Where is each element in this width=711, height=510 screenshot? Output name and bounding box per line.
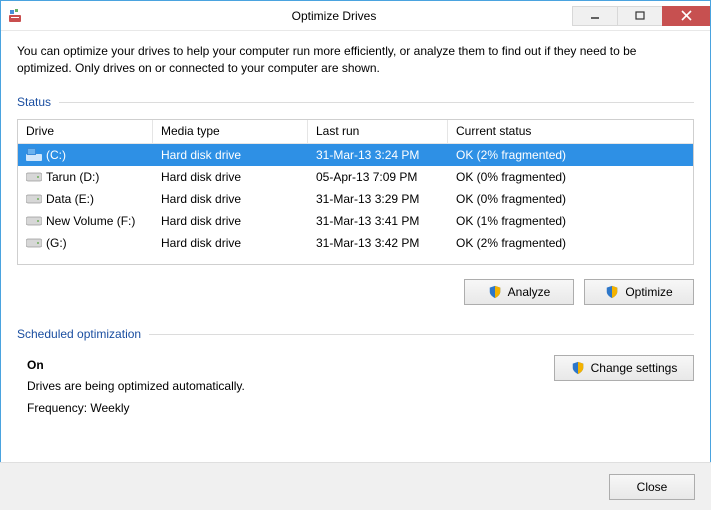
app-icon: [7, 8, 23, 24]
drive-lastrun: 31-Mar-13 3:42 PM: [308, 236, 448, 250]
drive-media: Hard disk drive: [153, 214, 308, 228]
close-button-label: Close: [637, 480, 668, 494]
shield-icon: [605, 285, 619, 299]
schedule-frequency: Frequency: Weekly: [27, 398, 245, 420]
minimize-button[interactable]: [572, 6, 618, 26]
column-header-media[interactable]: Media type: [153, 120, 308, 143]
drive-row[interactable]: Data (E:) Hard disk drive31-Mar-13 3:29 P…: [18, 188, 693, 210]
drive-row[interactable]: Tarun (D:) Hard disk drive05-Apr-13 7:09 …: [18, 166, 693, 188]
window-title: Optimize Drives: [29, 9, 639, 23]
divider: [59, 102, 694, 103]
column-header-lastrun[interactable]: Last run: [308, 120, 448, 143]
drive-media: Hard disk drive: [153, 236, 308, 250]
drive-status: OK (0% fragmented): [448, 192, 693, 206]
drive-name: (G:): [46, 236, 67, 250]
drive-status: OK (2% fragmented): [448, 236, 693, 250]
schedule-section: Scheduled optimization On Drives are bei…: [17, 327, 694, 420]
drive-row[interactable]: (C:) Hard disk drive31-Mar-13 3:24 PMOK (…: [18, 144, 693, 166]
content-area: You can optimize your drives to help you…: [1, 31, 710, 429]
drive-icon: [26, 192, 42, 205]
drive-name: New Volume (F:): [46, 214, 135, 228]
drive-name: Tarun (D:): [46, 170, 99, 184]
shield-icon: [488, 285, 502, 299]
drive-row[interactable]: New Volume (F:) Hard disk drive31-Mar-13 …: [18, 210, 693, 232]
drive-lastrun: 05-Apr-13 7:09 PM: [308, 170, 448, 184]
drive-lastrun: 31-Mar-13 3:29 PM: [308, 192, 448, 206]
drive-lastrun: 31-Mar-13 3:41 PM: [308, 214, 448, 228]
close-window-button[interactable]: [662, 6, 710, 26]
analyze-button[interactable]: Analyze: [464, 279, 574, 305]
column-header-status[interactable]: Current status: [448, 120, 693, 143]
description-text: You can optimize your drives to help you…: [17, 43, 694, 77]
close-button[interactable]: Close: [609, 474, 695, 500]
change-settings-label: Change settings: [591, 361, 678, 375]
drive-status: OK (2% fragmented): [448, 148, 693, 162]
shield-icon: [571, 361, 585, 375]
titlebar: Optimize Drives: [1, 1, 710, 31]
schedule-description: Drives are being optimized automatically…: [27, 376, 245, 398]
analyze-button-label: Analyze: [508, 285, 551, 299]
drive-name: (C:): [46, 148, 66, 162]
drive-media: Hard disk drive: [153, 170, 308, 184]
list-header: Drive Media type Last run Current status: [18, 120, 693, 144]
drive-status: OK (0% fragmented): [448, 170, 693, 184]
drive-media: Hard disk drive: [153, 192, 308, 206]
optimize-button-label: Optimize: [625, 285, 672, 299]
drive-icon: [26, 214, 42, 227]
drive-lastrun: 31-Mar-13 3:24 PM: [308, 148, 448, 162]
optimize-button[interactable]: Optimize: [584, 279, 694, 305]
divider: [149, 334, 694, 335]
column-header-drive[interactable]: Drive: [18, 120, 153, 143]
change-settings-button[interactable]: Change settings: [554, 355, 694, 381]
drive-name: Data (E:): [46, 192, 94, 206]
status-group-label: Status: [17, 95, 51, 109]
drive-icon: [26, 170, 42, 183]
drives-list[interactable]: Drive Media type Last run Current status…: [17, 119, 694, 265]
maximize-button[interactable]: [617, 6, 663, 26]
drive-row[interactable]: (G:) Hard disk drive31-Mar-13 3:42 PMOK (…: [18, 232, 693, 254]
drive-status: OK (1% fragmented): [448, 214, 693, 228]
schedule-on-label: On: [27, 355, 245, 377]
window-controls: [573, 6, 710, 26]
schedule-group-label: Scheduled optimization: [17, 327, 141, 341]
drive-icon: [26, 236, 42, 249]
footer: Close: [0, 462, 711, 510]
drive-icon: [26, 148, 42, 161]
drive-media: Hard disk drive: [153, 148, 308, 162]
